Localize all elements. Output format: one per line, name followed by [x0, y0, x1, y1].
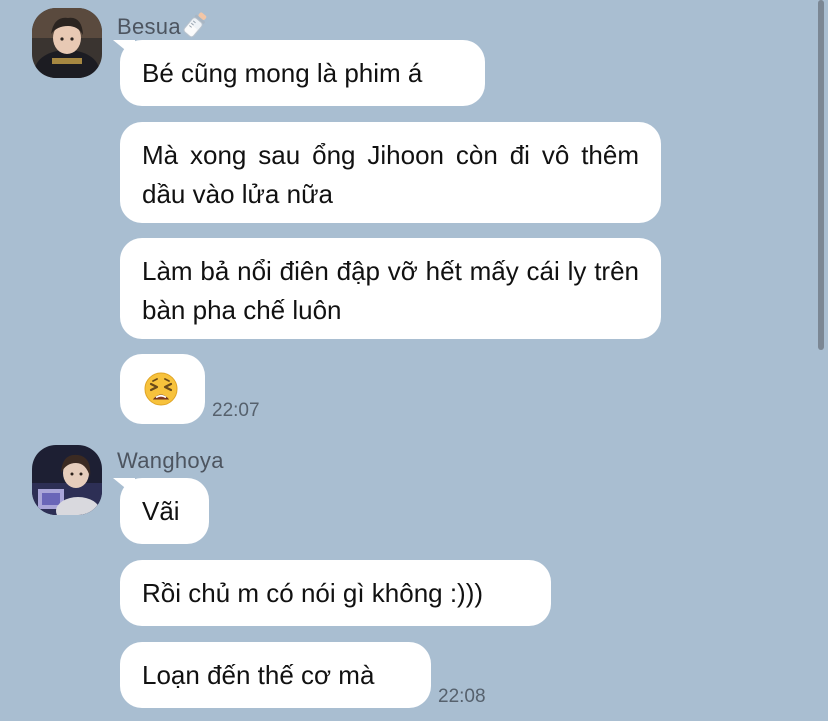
message-timestamp: 22:08 — [438, 686, 486, 707]
message-text: Mà xong sau ổng Jihoon còn đi vô thêm dầ… — [142, 140, 639, 209]
message-text: Bé cũng mong là phim á — [142, 58, 423, 88]
avatar-besua[interactable] — [32, 8, 102, 78]
message-bubble[interactable]: Làm bả nổi điên đập vỡ hết mấy cái ly tr… — [120, 238, 661, 339]
message-bubble[interactable]: Rồi chủ m có nói gì không :))) — [120, 560, 551, 626]
message-bubble[interactable]: Vãi — [120, 478, 209, 544]
message-bubble[interactable]: Loạn đến thế cơ mà — [120, 642, 431, 708]
tired-face-emoji-icon — [144, 372, 178, 406]
scrollbar[interactable] — [818, 0, 824, 350]
avatar-wanghoya[interactable] — [32, 445, 102, 515]
message-bubble[interactable]: Bé cũng mong là phim á — [120, 40, 485, 106]
message-text: Loạn đến thế cơ mà — [142, 660, 375, 690]
message-bubble[interactable]: Mà xong sau ổng Jihoon còn đi vô thêm dầ… — [120, 122, 661, 223]
emoji-message-bubble[interactable] — [120, 354, 205, 424]
message-timestamp: 22:07 — [212, 400, 260, 421]
message-text: Rồi chủ m có nói gì không :))) — [142, 578, 484, 608]
message-text: Làm bả nổi điên đập vỡ hết mấy cái ly tr… — [142, 256, 639, 325]
message-text: Vãi — [142, 496, 180, 526]
sender-name-wanghoya: Wanghoya — [117, 448, 224, 473]
